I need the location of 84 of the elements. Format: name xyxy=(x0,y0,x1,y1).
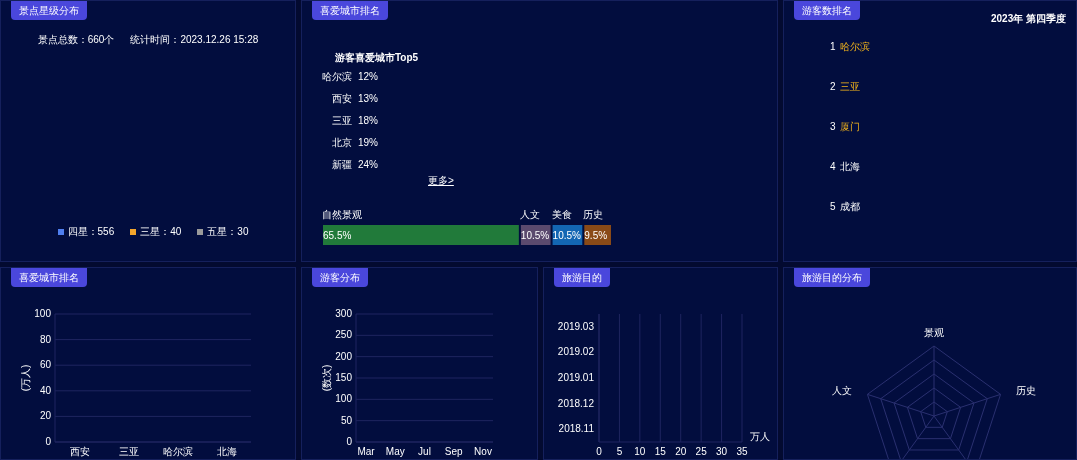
more-link[interactable]: 更多> xyxy=(428,173,454,188)
legend-label: 四星：556 xyxy=(67,225,115,239)
city-percent: 13% xyxy=(358,92,378,106)
axis-tick-label: 10 xyxy=(634,446,646,457)
axis-tick-label: 北海 xyxy=(216,446,237,457)
series-label: 自然景观 xyxy=(322,209,362,220)
city-name: 哈尔滨 xyxy=(321,70,352,84)
panel-tab[interactable]: 喜爱城市排名 xyxy=(312,1,388,20)
city-name: 成都 xyxy=(839,200,860,214)
axis-tick-label: 哈尔滨 xyxy=(162,446,193,457)
axis-tick-label: 35 xyxy=(736,446,748,457)
panel-tab[interactable]: 游客数排名 xyxy=(794,1,860,20)
axis-tick-label: 20 xyxy=(39,410,51,422)
rank-number: 2 xyxy=(830,80,836,94)
axis-tick-label: 0 xyxy=(596,446,602,457)
axis-title: (万人) xyxy=(20,364,31,392)
axis-tick-label: 三亚 xyxy=(118,446,139,457)
axis-tick-label: 0 xyxy=(45,436,51,447)
value-label: 10.5% xyxy=(552,230,581,241)
panel-tab[interactable]: 旅游目的 xyxy=(554,268,610,287)
rank-number: 4 xyxy=(830,160,836,174)
panel-tab[interactable]: 旅游目的分布 xyxy=(794,268,870,287)
axis-tick-label: 2019.02 xyxy=(557,346,594,358)
panel-tab[interactable]: 游客分布 xyxy=(312,268,368,287)
series-label: 人文 xyxy=(519,209,540,220)
axis-tick-label: 300 xyxy=(335,308,352,319)
axis-title: (数次) xyxy=(321,364,332,392)
axis-tick-label: Sep xyxy=(444,446,463,457)
axis-tick-label: 30 xyxy=(716,446,728,457)
axis-tick-label: 2018.11 xyxy=(558,423,594,435)
axis-tick-label: 50 xyxy=(340,414,352,426)
axis-tick-label: 2018.12 xyxy=(557,397,594,409)
rank-number: 3 xyxy=(830,120,836,134)
city-percent: 19% xyxy=(358,136,378,150)
city-name: 三亚 xyxy=(331,114,352,128)
axis-tick-label: Jul xyxy=(418,446,431,457)
city-percent: 24% xyxy=(358,158,378,172)
axis-tick-label: 2019.03 xyxy=(557,320,594,332)
city-name: 新疆 xyxy=(331,158,352,172)
axis-tick-label: 100 xyxy=(34,308,51,319)
axis-tick-label: 150 xyxy=(335,372,352,383)
city-name: 三亚 xyxy=(839,80,860,94)
series-label: 美食 xyxy=(551,209,572,220)
axis-tick-label: 15 xyxy=(654,446,666,457)
series-label: 历史 xyxy=(583,209,604,220)
panel-tab[interactable]: 景点星级分布 xyxy=(11,1,87,20)
value-label: 65.5% xyxy=(323,230,352,241)
axis-tick-label: 100 xyxy=(335,393,352,405)
axis-tick-label: 250 xyxy=(335,329,352,341)
axis-tick-label: 40 xyxy=(39,384,51,396)
axis-tick-label: 80 xyxy=(39,333,51,345)
rank-number: 5 xyxy=(830,200,836,214)
rank-number: 1 xyxy=(830,40,836,54)
city-percent: 12% xyxy=(358,70,378,84)
axis-tick-label: Nov xyxy=(474,446,492,457)
radar-axis-label: 历史 xyxy=(1016,385,1036,396)
axis-tick-label: 2019.01 xyxy=(557,372,594,383)
panel-tab[interactable]: 喜爱城市排名 xyxy=(11,268,87,287)
axis-title: 万人 xyxy=(750,431,770,442)
value-label: 9.5% xyxy=(584,230,608,241)
value-label: 10.5% xyxy=(520,230,550,241)
axis-tick-label: 20 xyxy=(675,446,687,457)
city-name: 西安 xyxy=(331,92,352,106)
city-name: 厦门 xyxy=(839,120,860,134)
axis-tick-label: 25 xyxy=(695,446,707,457)
axis-tick-label: Mar xyxy=(357,446,375,457)
axis-tick-label: 5 xyxy=(616,446,623,457)
statistics-time: 统计时间：2023.12.26 15:28 xyxy=(130,33,259,47)
axis-tick-label: May xyxy=(385,446,405,457)
city-percent: 18% xyxy=(358,114,378,128)
legend-label: 五星：30 xyxy=(207,225,249,239)
axis-tick-label: 60 xyxy=(39,359,51,371)
spot-total: 景点总数：660个 xyxy=(37,33,115,47)
city-name: 北海 xyxy=(839,160,860,174)
axis-tick-label: 西安 xyxy=(69,446,90,457)
radar-axis-label: 景观 xyxy=(924,327,944,338)
axis-tick-label: 200 xyxy=(335,350,352,362)
axis-tick-label: 0 xyxy=(346,436,352,447)
legend-label: 三星：40 xyxy=(140,225,182,239)
period-label: 2023年 第四季度 xyxy=(990,12,1066,26)
radar-axis-label: 人文 xyxy=(832,385,852,396)
city-name: 哈尔滨 xyxy=(839,40,870,54)
city-name: 北京 xyxy=(331,136,352,150)
list-title: 游客喜爱城市Top5 xyxy=(335,51,420,65)
